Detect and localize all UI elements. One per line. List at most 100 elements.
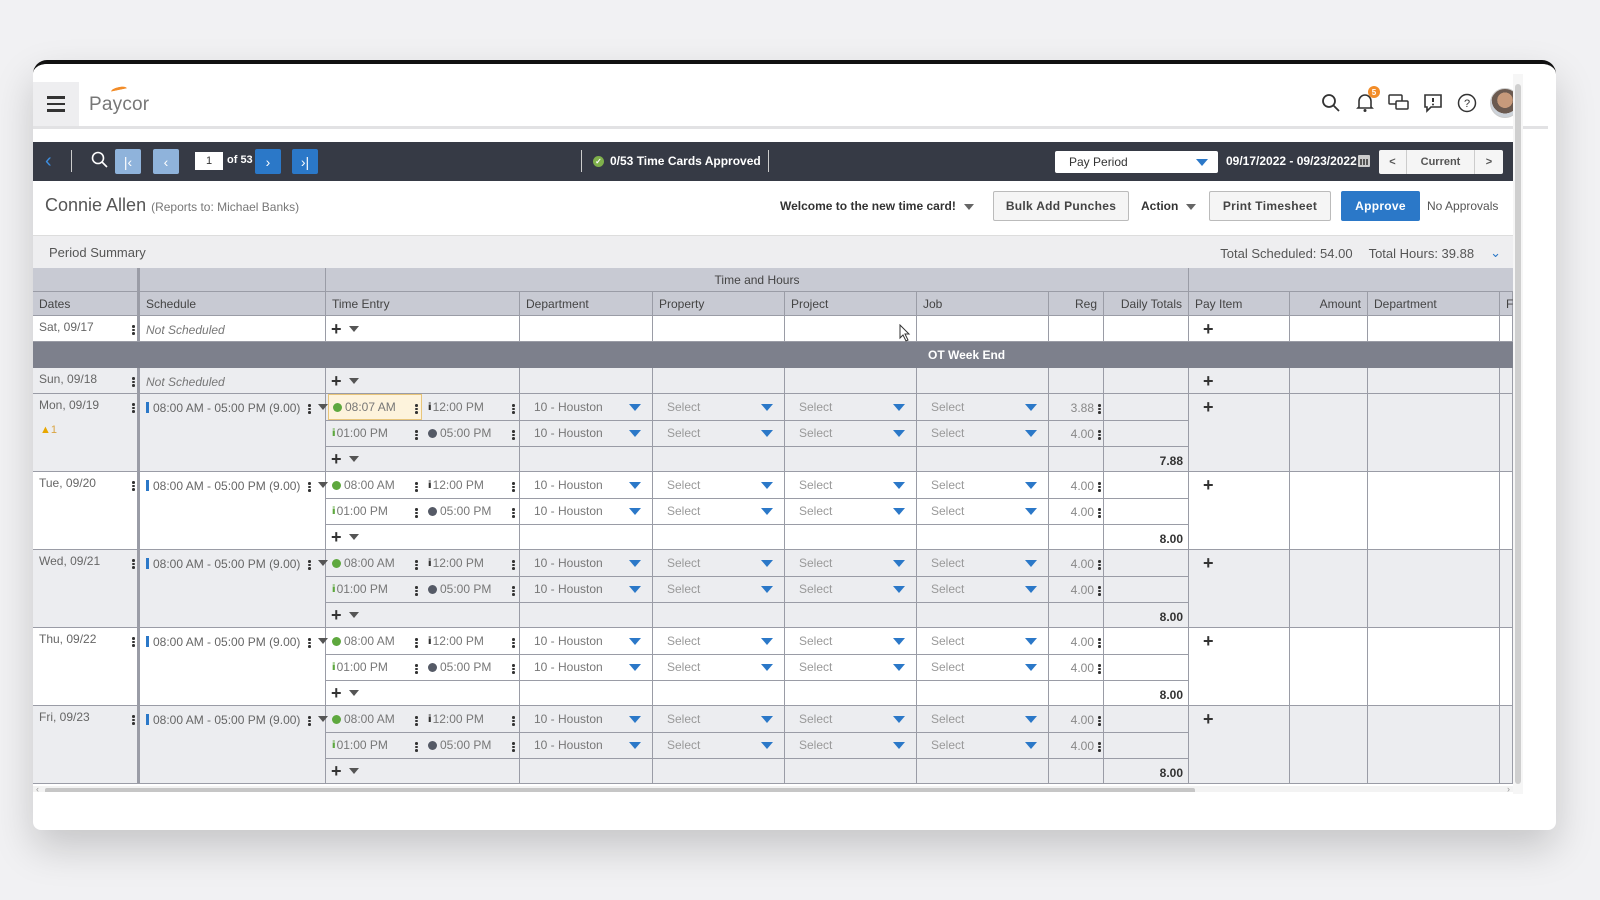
property-select[interactable]: Select [667,654,773,680]
row-menu-kebab-icon[interactable] [415,585,419,597]
punch-in[interactable]: іі 01:00 PM [328,498,422,524]
welcome-dropdown[interactable]: Welcome to the new time card! [780,199,974,213]
row-menu-kebab-icon[interactable] [512,429,516,441]
department-select[interactable]: 10 - Houston [534,394,641,420]
column-header-department[interactable]: Department [1368,292,1500,315]
previous-employee-button[interactable]: ‹ [153,149,179,174]
project-select[interactable]: Select [799,706,905,732]
add-icon[interactable]: + [331,320,342,338]
row-menu-kebab-icon[interactable] [415,715,419,727]
row-menu-kebab-icon[interactable] [415,507,419,519]
punch-in[interactable]: 08:00 AM [328,628,422,654]
job-select[interactable]: Select [931,732,1037,758]
column-header-reg[interactable]: Reg [1049,292,1104,315]
row-menu-kebab-icon[interactable] [415,481,419,493]
column-header-department[interactable]: Department [520,292,653,315]
column-header-job[interactable]: Job [917,292,1049,315]
add-menu-caret-icon[interactable] [349,456,359,462]
add-icon[interactable]: + [1203,710,1214,728]
punch-in[interactable]: іі 01:00 PM [328,654,422,680]
job-select[interactable]: Select [931,472,1037,498]
project-select[interactable]: Select [799,498,905,524]
add-icon[interactable]: + [1203,632,1214,650]
property-select[interactable]: Select [667,550,773,576]
row-menu-kebab-icon[interactable] [512,507,516,519]
department-select[interactable]: 10 - Houston [534,628,641,654]
property-select[interactable]: Select [667,498,773,524]
schedule-caret-icon[interactable] [318,560,328,566]
job-select[interactable]: Select [931,706,1037,732]
punch-in[interactable]: 08:07 AM [328,394,422,420]
column-header-time-entry[interactable]: Time Entry [326,292,520,315]
schedule-caret-icon[interactable] [318,638,328,644]
punch-in[interactable]: 08:00 AM [328,706,422,732]
row-menu-kebab-icon[interactable] [132,636,136,648]
department-select[interactable]: 10 - Houston [534,420,641,446]
row-menu-kebab-icon[interactable] [1098,403,1102,415]
schedule-text[interactable]: 08:00 AM - 05:00 PM (9.00) [146,557,300,571]
first-employee-button[interactable]: |‹ [115,149,141,174]
column-header-schedule[interactable]: Schedule [140,292,326,315]
property-select[interactable]: Select [667,732,773,758]
feedback-icon[interactable] [1422,92,1444,114]
punch-out[interactable]: 05:00 PM [428,654,512,680]
department-select[interactable]: 10 - Houston [534,654,641,680]
column-header-property[interactable]: Property [653,292,785,315]
job-select[interactable]: Select [931,498,1037,524]
row-menu-kebab-icon[interactable] [512,663,516,675]
add-menu-caret-icon[interactable] [349,378,359,384]
property-select[interactable]: Select [667,706,773,732]
add-icon[interactable]: + [331,606,342,624]
add-icon[interactable]: + [1203,372,1214,390]
schedule-text[interactable]: 08:00 AM - 05:00 PM (9.00) [146,713,300,727]
row-menu-kebab-icon[interactable] [1098,559,1102,571]
punch-out[interactable]: іі 12:00 PM [428,706,512,732]
scroll-left-arrow-icon[interactable]: ‹ [36,784,39,792]
schedule-caret-icon[interactable] [318,716,328,722]
department-select[interactable]: 10 - Houston [534,732,641,758]
search-icon[interactable] [1320,92,1342,114]
punch-in[interactable]: іі 01:00 PM [328,420,422,446]
property-select[interactable]: Select [667,628,773,654]
back-chevron-icon[interactable]: ‹ [45,151,52,171]
project-select[interactable]: Select [799,472,905,498]
punch-out[interactable]: 05:00 PM [428,732,512,758]
next-period-button[interactable]: > [1475,150,1503,174]
row-menu-kebab-icon[interactable] [415,741,419,753]
row-menu-kebab-icon[interactable] [415,637,419,649]
add-menu-caret-icon[interactable] [349,768,359,774]
row-menu-kebab-icon[interactable] [1098,663,1102,675]
job-select[interactable]: Select [931,394,1037,420]
add-icon[interactable]: + [1203,398,1214,416]
job-select[interactable]: Select [931,550,1037,576]
calendar-icon[interactable] [1358,155,1370,167]
bulk-add-punches-button[interactable]: Bulk Add Punches [993,191,1129,221]
row-menu-kebab-icon[interactable] [512,481,516,493]
row-menu-kebab-icon[interactable] [1098,741,1102,753]
project-select[interactable]: Select [799,420,905,446]
row-menu-kebab-icon[interactable] [308,481,312,493]
employee-search-icon[interactable] [91,151,109,174]
print-timesheet-button[interactable]: Print Timesheet [1209,191,1331,221]
punch-out[interactable]: іі 12:00 PM [428,394,512,420]
add-icon[interactable]: + [331,762,342,780]
row-menu-kebab-icon[interactable] [1098,429,1102,441]
property-select[interactable]: Select [667,472,773,498]
row-menu-kebab-icon[interactable] [132,402,136,414]
project-select[interactable]: Select [799,628,905,654]
project-select[interactable]: Select [799,732,905,758]
schedule-text[interactable]: 08:00 AM - 05:00 PM (9.00) [146,635,300,649]
column-header-f[interactable]: F [1500,292,1513,315]
row-menu-kebab-icon[interactable] [512,585,516,597]
row-menu-kebab-icon[interactable] [1098,507,1102,519]
next-employee-button[interactable]: › [255,149,281,174]
period-summary-bar[interactable]: Period Summary Total Scheduled: 54.00 To… [33,235,1513,268]
punch-out[interactable]: 05:00 PM [428,420,512,446]
row-menu-kebab-icon[interactable] [132,324,136,336]
punch-in[interactable]: 08:00 AM [328,472,422,498]
schedule-caret-icon[interactable] [318,482,328,488]
punch-out[interactable]: 05:00 PM [428,576,512,602]
add-icon[interactable]: + [331,684,342,702]
current-period-button[interactable]: Current [1407,150,1475,174]
add-menu-caret-icon[interactable] [349,690,359,696]
